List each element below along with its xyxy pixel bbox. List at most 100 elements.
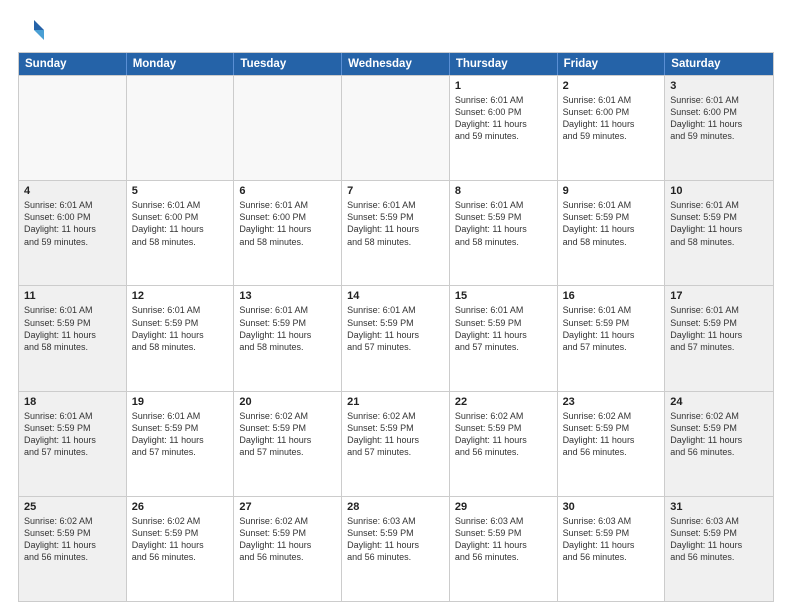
calendar-cell: 20Sunrise: 6:02 AM Sunset: 5:59 PM Dayli… [234,392,342,496]
header-day-monday: Monday [127,53,235,75]
calendar-week-1: 1Sunrise: 6:01 AM Sunset: 6:00 PM Daylig… [19,75,773,180]
cell-date: 6 [239,185,336,197]
cell-date: 30 [563,501,660,513]
calendar-cell: 24 Sunrise: 6:02 AM Sunset: 5:59 PM Dayli… [665,392,773,496]
calendar-cell: 30 Sunrise: 6:03 AM Sunset: 5:59 PM Dayli… [558,497,666,601]
cell-info: Sunrise: 6:01 AM Sunset: 6:00 PM Dayligh… [239,199,336,248]
cell-info: Sunrise: 6:01 AM Sunset: 5:59 PM Dayligh… [24,304,121,353]
cell-date: 4 [24,185,121,197]
header-day-friday: Friday [558,53,666,75]
cell-info: Sunrise: 6:02 AM Sunset: 5:59 PM Dayligh… [347,410,444,459]
calendar-cell: 15 Sunrise: 6:01 AM Sunset: 5:59 PM Dayli… [450,286,558,390]
cell-date: 18 [24,396,121,408]
cell-date: 16 [563,290,660,302]
calendar-cell: 23 Sunrise: 6:02 AM Sunset: 5:59 PM Dayli… [558,392,666,496]
calendar-cell: 11Sunrise: 6:01 AM Sunset: 5:59 PM Dayli… [19,286,127,390]
cell-info: Sunrise: 6:01 AM Sunset: 5:59 PM Dayligh… [455,304,552,353]
calendar-cell: 6 Sunrise: 6:01 AM Sunset: 6:00 PM Daylig… [234,181,342,285]
calendar-cell [127,76,235,180]
cell-info: Sunrise: 6:02 AM Sunset: 5:59 PM Dayligh… [239,410,336,459]
cell-date: 31 [670,501,768,513]
calendar-week-4: 18 Sunrise: 6:01 AM Sunset: 5:59 PM Dayli… [19,391,773,496]
cell-date: 24 [670,396,768,408]
calendar-cell: 25 Sunrise: 6:02 AM Sunset: 5:59 PM Dayli… [19,497,127,601]
calendar-cell: 1Sunrise: 6:01 AM Sunset: 6:00 PM Daylig… [450,76,558,180]
cell-info: Sunrise: 6:01 AM Sunset: 5:59 PM Dayligh… [132,410,229,459]
cell-date: 25 [24,501,121,513]
calendar-cell: 29 Sunrise: 6:03 AM Sunset: 5:59 PM Dayli… [450,497,558,601]
cell-info: Sunrise: 6:01 AM Sunset: 5:59 PM Dayligh… [347,199,444,248]
cell-info: Sunrise: 6:03 AM Sunset: 5:59 PM Dayligh… [347,515,444,564]
cell-date: 26 [132,501,229,513]
cell-date: 3 [670,80,768,92]
cell-info: Sunrise: 6:01 AM Sunset: 5:59 PM Dayligh… [24,410,121,459]
cell-info: Sunrise: 6:02 AM Sunset: 5:59 PM Dayligh… [239,515,336,564]
calendar-cell: 18 Sunrise: 6:01 AM Sunset: 5:59 PM Dayli… [19,392,127,496]
cell-date: 22 [455,396,552,408]
calendar-cell: 26Sunrise: 6:02 AM Sunset: 5:59 PM Dayli… [127,497,235,601]
calendar-cell: 27 Sunrise: 6:02 AM Sunset: 5:59 PM Dayli… [234,497,342,601]
cell-info: Sunrise: 6:01 AM Sunset: 5:59 PM Dayligh… [670,199,768,248]
cell-info: Sunrise: 6:01 AM Sunset: 5:59 PM Dayligh… [347,304,444,353]
header-day-saturday: Saturday [665,53,773,75]
cell-info: Sunrise: 6:01 AM Sunset: 5:59 PM Dayligh… [455,199,552,248]
calendar-cell: 21 Sunrise: 6:02 AM Sunset: 5:59 PM Dayli… [342,392,450,496]
cell-info: Sunrise: 6:01 AM Sunset: 6:00 PM Dayligh… [455,94,552,143]
cell-info: Sunrise: 6:01 AM Sunset: 5:59 PM Dayligh… [239,304,336,353]
cell-info: Sunrise: 6:03 AM Sunset: 5:59 PM Dayligh… [670,515,768,564]
cell-date: 13 [239,290,336,302]
cell-info: Sunrise: 6:02 AM Sunset: 5:59 PM Dayligh… [24,515,121,564]
cell-date: 2 [563,80,660,92]
calendar-cell: 8Sunrise: 6:01 AM Sunset: 5:59 PM Daylig… [450,181,558,285]
logo [18,16,50,44]
page: SundayMondayTuesdayWednesdayThursdayFrid… [0,0,792,612]
cell-info: Sunrise: 6:01 AM Sunset: 5:59 PM Dayligh… [563,199,660,248]
calendar-cell: 9 Sunrise: 6:01 AM Sunset: 5:59 PM Daylig… [558,181,666,285]
calendar-cell [234,76,342,180]
calendar-cell: 14Sunrise: 6:01 AM Sunset: 5:59 PM Dayli… [342,286,450,390]
cell-info: Sunrise: 6:01 AM Sunset: 5:59 PM Dayligh… [563,304,660,353]
calendar-body: 1Sunrise: 6:01 AM Sunset: 6:00 PM Daylig… [19,75,773,601]
cell-date: 15 [455,290,552,302]
cell-info: Sunrise: 6:03 AM Sunset: 5:59 PM Dayligh… [455,515,552,564]
cell-info: Sunrise: 6:01 AM Sunset: 6:00 PM Dayligh… [563,94,660,143]
cell-date: 27 [239,501,336,513]
cell-info: Sunrise: 6:01 AM Sunset: 6:00 PM Dayligh… [24,199,121,248]
cell-date: 10 [670,185,768,197]
calendar-cell: 2 Sunrise: 6:01 AM Sunset: 6:00 PM Daylig… [558,76,666,180]
calendar-week-3: 11Sunrise: 6:01 AM Sunset: 5:59 PM Dayli… [19,285,773,390]
header-day-thursday: Thursday [450,53,558,75]
header-day-wednesday: Wednesday [342,53,450,75]
calendar-cell: 28 Sunrise: 6:03 AM Sunset: 5:59 PM Dayli… [342,497,450,601]
calendar-cell: 16 Sunrise: 6:01 AM Sunset: 5:59 PM Dayli… [558,286,666,390]
cell-date: 9 [563,185,660,197]
cell-date: 23 [563,396,660,408]
calendar-cell: 22 Sunrise: 6:02 AM Sunset: 5:59 PM Dayli… [450,392,558,496]
cell-date: 12 [132,290,229,302]
cell-date: 21 [347,396,444,408]
cell-info: Sunrise: 6:02 AM Sunset: 5:59 PM Dayligh… [670,410,768,459]
cell-date: 29 [455,501,552,513]
calendar-cell [342,76,450,180]
calendar: SundayMondayTuesdayWednesdayThursdayFrid… [18,52,774,602]
cell-info: Sunrise: 6:03 AM Sunset: 5:59 PM Dayligh… [563,515,660,564]
cell-info: Sunrise: 6:02 AM Sunset: 5:59 PM Dayligh… [563,410,660,459]
cell-info: Sunrise: 6:01 AM Sunset: 6:00 PM Dayligh… [132,199,229,248]
calendar-cell: 3 Sunrise: 6:01 AM Sunset: 6:00 PM Daylig… [665,76,773,180]
cell-date: 19 [132,396,229,408]
calendar-cell [19,76,127,180]
calendar-week-5: 25 Sunrise: 6:02 AM Sunset: 5:59 PM Dayli… [19,496,773,601]
calendar-week-2: 4 Sunrise: 6:01 AM Sunset: 6:00 PM Daylig… [19,180,773,285]
calendar-cell: 10 Sunrise: 6:01 AM Sunset: 5:59 PM Dayli… [665,181,773,285]
header [18,16,774,44]
header-day-sunday: Sunday [19,53,127,75]
cell-date: 28 [347,501,444,513]
calendar-cell: 19 Sunrise: 6:01 AM Sunset: 5:59 PM Dayli… [127,392,235,496]
cell-info: Sunrise: 6:02 AM Sunset: 5:59 PM Dayligh… [455,410,552,459]
calendar-cell: 5Sunrise: 6:01 AM Sunset: 6:00 PM Daylig… [127,181,235,285]
cell-info: Sunrise: 6:01 AM Sunset: 6:00 PM Dayligh… [670,94,768,143]
cell-date: 7 [347,185,444,197]
calendar-cell: 31 Sunrise: 6:03 AM Sunset: 5:59 PM Dayli… [665,497,773,601]
calendar-cell: 13 Sunrise: 6:01 AM Sunset: 5:59 PM Dayli… [234,286,342,390]
calendar-cell: 4 Sunrise: 6:01 AM Sunset: 6:00 PM Daylig… [19,181,127,285]
